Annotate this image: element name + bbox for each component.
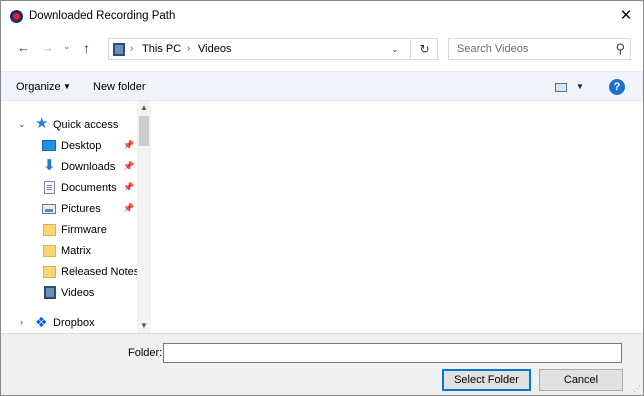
organize-menu-button[interactable]: Organize bbox=[16, 81, 61, 93]
documents-icon bbox=[44, 181, 55, 194]
breadcrumb-separator[interactable]: › bbox=[187, 43, 190, 54]
close-button[interactable]: ✕ bbox=[609, 1, 643, 31]
tree-item-label: Dropbox bbox=[53, 317, 95, 329]
folder-name-input[interactable] bbox=[163, 343, 622, 363]
folder-picker-dialog: Downloaded Recording Path ✕ ← → ⌄ ↑ › Th… bbox=[0, 0, 644, 396]
navigation-pane: ⌄ ★ Quick access Desktop 📌 ⬇ Downloads 📌… bbox=[1, 101, 151, 333]
scroll-down-button[interactable]: ▼ bbox=[137, 319, 151, 333]
videos-folder-icon bbox=[113, 43, 125, 56]
navigation-bar: ← → ⌄ ↑ › This PC › Videos ⌄ ↻ Search Vi… bbox=[1, 31, 643, 67]
select-folder-button[interactable]: Select Folder bbox=[442, 369, 531, 391]
desktop-icon bbox=[42, 140, 56, 151]
resize-grip-icon[interactable]: ⋰ bbox=[633, 384, 641, 393]
recent-locations-button[interactable]: ⌄ bbox=[63, 41, 71, 52]
pin-icon: 📌 bbox=[123, 140, 135, 150]
tree-item-label: Downloads bbox=[61, 161, 116, 173]
tree-item-documents[interactable]: Documents 📌 bbox=[1, 178, 137, 198]
title-bar[interactable]: Downloaded Recording Path ✕ bbox=[1, 1, 643, 31]
refresh-button[interactable]: ↻ bbox=[412, 38, 438, 60]
file-list-area[interactable] bbox=[151, 101, 643, 333]
folder-icon bbox=[43, 245, 56, 257]
command-bar: Organize ▼ New folder ▼ ? bbox=[1, 71, 643, 101]
view-options-icon[interactable] bbox=[555, 83, 567, 92]
address-dropdown-icon[interactable]: ⌄ bbox=[391, 44, 399, 55]
cancel-button[interactable]: Cancel bbox=[539, 369, 623, 391]
expand-arrow-icon[interactable]: ⌄ bbox=[18, 119, 26, 130]
tree-item-matrix[interactable]: Matrix bbox=[1, 241, 137, 261]
tree-item-pictures[interactable]: Pictures 📌 bbox=[1, 199, 137, 219]
tree-item-firmware[interactable]: Firmware bbox=[1, 220, 137, 240]
folder-icon bbox=[43, 224, 56, 236]
pin-icon: 📌 bbox=[123, 203, 135, 213]
tree-item-dropbox[interactable]: › ❖ Dropbox bbox=[1, 313, 137, 333]
up-button[interactable]: ↑ bbox=[83, 40, 90, 56]
tree-item-label: Documents bbox=[61, 182, 117, 194]
collapse-arrow-icon[interactable]: › bbox=[20, 317, 23, 327]
forward-button[interactable]: → bbox=[41, 40, 54, 55]
pictures-icon bbox=[42, 204, 56, 214]
pin-icon: 📌 bbox=[123, 182, 135, 192]
tree-item-label: Pictures bbox=[61, 203, 101, 215]
scroll-up-button[interactable]: ▲ bbox=[137, 101, 151, 115]
tree-item-label: Released Notes bbox=[61, 266, 140, 278]
tree-item-label: Videos bbox=[61, 287, 95, 299]
breadcrumb-videos[interactable]: Videos bbox=[198, 43, 231, 55]
search-input[interactable]: Search Videos bbox=[457, 43, 528, 55]
breadcrumb-separator[interactable]: › bbox=[130, 43, 133, 54]
dialog-footer: Folder: Select Folder Cancel ⋰ bbox=[1, 333, 643, 395]
tree-item-label: Firmware bbox=[61, 224, 107, 236]
star-icon: ★ bbox=[35, 115, 49, 132]
view-caret-icon[interactable]: ▼ bbox=[576, 82, 584, 91]
videos-icon bbox=[44, 286, 56, 299]
help-icon[interactable]: ? bbox=[609, 79, 625, 95]
folder-icon bbox=[43, 266, 56, 278]
search-icon[interactable]: ⚲ bbox=[615, 41, 625, 57]
tree-item-label: Quick access bbox=[53, 119, 119, 131]
tree-item-downloads[interactable]: ⬇ Downloads 📌 bbox=[1, 157, 137, 177]
window-title: Downloaded Recording Path bbox=[29, 10, 176, 22]
new-folder-button[interactable]: New folder bbox=[93, 81, 146, 93]
tree-item-videos[interactable]: Videos bbox=[1, 283, 137, 303]
nav-pane-scrollbar[interactable]: ▲ ▼ bbox=[137, 101, 151, 333]
tree-item-quick-access[interactable]: ⌄ ★ Quick access bbox=[1, 115, 137, 135]
tree-item-label: Desktop bbox=[61, 140, 102, 152]
folder-label: Folder: bbox=[128, 347, 163, 359]
tree-item-released-notes[interactable]: Released Notes bbox=[1, 262, 140, 282]
search-box[interactable]: Search Videos ⚲ bbox=[448, 38, 631, 60]
tree-item-desktop[interactable]: Desktop 📌 bbox=[1, 136, 137, 156]
pin-icon: 📌 bbox=[123, 161, 135, 171]
organize-caret-icon[interactable]: ▼ bbox=[63, 82, 71, 91]
scroll-thumb[interactable] bbox=[139, 116, 149, 146]
tree-item-label: Matrix bbox=[61, 245, 91, 257]
downloads-icon: ⬇ bbox=[43, 157, 56, 174]
back-button[interactable]: ← bbox=[17, 40, 30, 55]
address-bar[interactable]: › This PC › Videos ⌄ bbox=[108, 38, 411, 60]
dropbox-icon: ❖ bbox=[35, 314, 48, 330]
breadcrumb-this-pc[interactable]: This PC bbox=[142, 43, 181, 55]
app-record-icon bbox=[10, 10, 23, 23]
